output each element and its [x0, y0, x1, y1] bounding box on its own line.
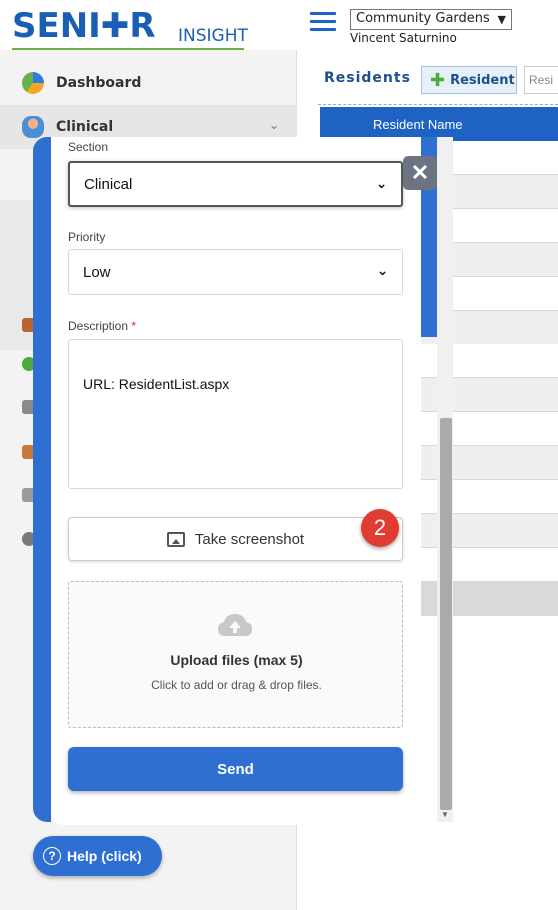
scroll-down-arrow-icon[interactable]: ▼ [441, 810, 449, 819]
clinical-icon [22, 116, 44, 138]
modal-frame-left [33, 137, 51, 822]
camera-icon [166, 531, 185, 547]
cloud-upload-icon [218, 614, 252, 636]
help-icon: ? [43, 847, 61, 865]
priority-select[interactable]: Low ⌄ [68, 249, 403, 295]
resident-search-input[interactable]: Resi [524, 66, 558, 94]
upload-title: Upload files (max 5) [170, 652, 303, 668]
sidebar-item-label: Dashboard [56, 75, 142, 91]
hamburger-icon[interactable] [310, 12, 336, 34]
take-screenshot-button[interactable]: Take screenshot [68, 517, 403, 561]
logo-senior-text: SENI✚R [12, 6, 156, 46]
facility-select-value: Community Gardens [356, 11, 490, 26]
take-screenshot-label: Take screenshot [194, 530, 305, 548]
grid-header-resident-name[interactable]: Resident Name [320, 107, 558, 141]
help-label: Help (click) [67, 848, 142, 864]
sidebar-item-dashboard[interactable]: Dashboard [0, 61, 297, 105]
chevron-down-icon: ⌄ [268, 118, 279, 132]
chevron-down-icon: ▼ [497, 13, 506, 26]
section-select-value: Clinical [84, 175, 133, 193]
priority-label: Priority [68, 230, 106, 244]
close-icon[interactable]: ✕ [403, 156, 437, 190]
priority-select-value: Low [83, 263, 111, 281]
help-request-modal: Section Clinical ⌄ Priority Low ⌄ Descri… [51, 137, 421, 825]
tab-divider [318, 104, 558, 105]
chevron-down-icon: ⌄ [377, 263, 388, 278]
step-badge: 2 [361, 509, 399, 547]
help-button[interactable]: ? Help (click) [33, 836, 162, 876]
tab-residents[interactable]: Residents [324, 70, 411, 86]
send-button[interactable]: Send [68, 747, 403, 791]
add-resident-button[interactable]: ✚ Resident [421, 66, 517, 94]
app-header: SENI✚R INSIGHT Community Gardens ▼ Vince… [0, 0, 558, 51]
modal-scrollbar-thumb[interactable] [440, 418, 452, 810]
logo-insight-text: INSIGHT [178, 26, 248, 46]
residents-toolbar: Residents ✚ Resident Resi [298, 62, 558, 105]
dashboard-icon [22, 72, 44, 94]
upload-subtitle: Click to add or drag & drop files. [151, 678, 322, 692]
add-resident-label: Resident [450, 72, 515, 88]
chevron-down-icon: ⌄ [376, 176, 387, 191]
plus-icon: ✚ [430, 69, 446, 91]
sidebar-item-label: Clinical [56, 119, 114, 135]
file-upload-dropzone[interactable]: Upload files (max 5) Click to add or dra… [68, 581, 403, 728]
section-label: Section [68, 140, 109, 154]
section-select[interactable]: Clinical ⌄ [68, 161, 403, 207]
description-textarea[interactable]: URL: ResidentList.aspx [68, 339, 403, 489]
facility-select[interactable]: Community Gardens ▼ [350, 9, 512, 30]
user-name: Vincent Saturnino [350, 31, 457, 45]
required-marker: * [131, 319, 137, 333]
description-label: Description * [68, 319, 137, 333]
